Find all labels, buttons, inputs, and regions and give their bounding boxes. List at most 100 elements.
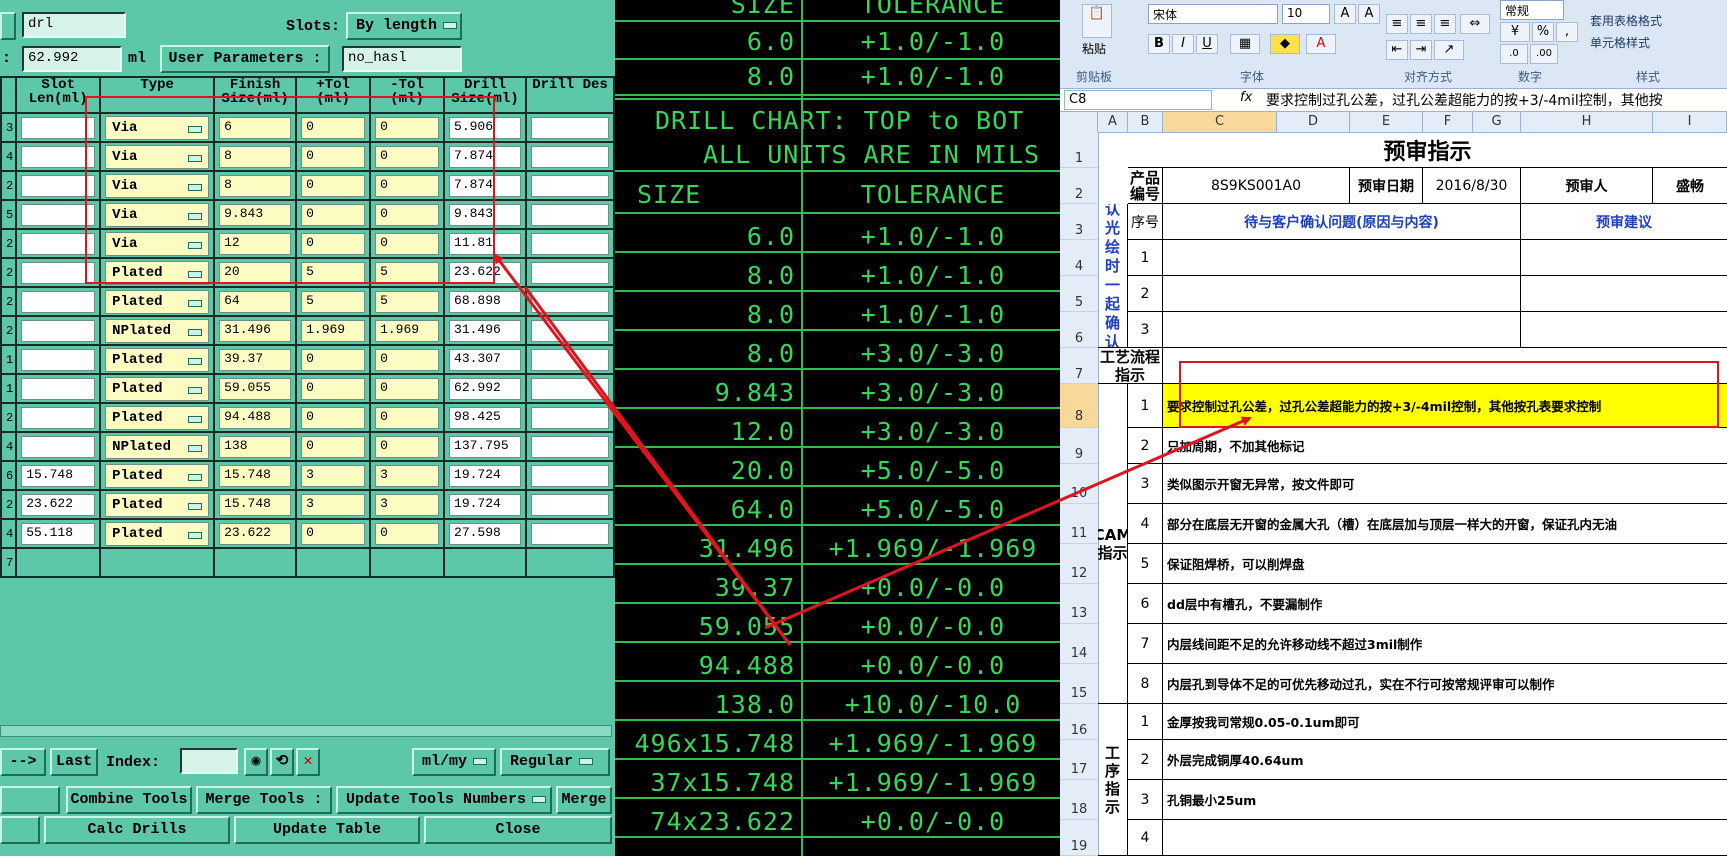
plus-tol-input[interactable]: 3 xyxy=(301,493,366,516)
row-header[interactable]: 19 xyxy=(1060,820,1098,856)
table-row[interactable]: 6 15.748 Plated 15.748 3 3 19.724 xyxy=(0,460,615,491)
drill-size-input[interactable]: 62.992 xyxy=(449,377,522,400)
table-row[interactable]: 2 Via 12 0 0 11.81 xyxy=(0,228,615,259)
orientation-icon[interactable]: ↗ xyxy=(1434,40,1464,60)
cam-item-no[interactable]: 8 xyxy=(1128,664,1163,704)
suggestion-header[interactable]: 预审建议 xyxy=(1521,204,1727,240)
mtol-cell[interactable]: 5 xyxy=(369,257,446,288)
decrease-decimal-icon[interactable]: .00 xyxy=(1530,44,1558,64)
des-cell[interactable] xyxy=(525,460,615,491)
minus-tol-input[interactable]: 5 xyxy=(375,290,440,313)
process-item-text[interactable] xyxy=(1163,820,1727,856)
process-item-text[interactable]: 外层完成铜厚40.64um xyxy=(1163,740,1727,780)
table-row[interactable]: 1 Plated 39.37 0 0 43.307 xyxy=(0,344,615,375)
merge-button[interactable]: Merge xyxy=(556,786,612,814)
combine-tools-button[interactable]: Combine Tools xyxy=(66,786,192,814)
table-row[interactable]: 2 23.622 Plated 15.748 3 3 19.724 xyxy=(0,489,615,520)
drill-size-input[interactable]: 7.874 xyxy=(449,145,522,168)
drill-des-input[interactable] xyxy=(531,464,609,487)
row-header[interactable]: 15 xyxy=(1060,664,1098,704)
cam-item-text[interactable]: 要求控制过孔公差，过孔公差超能力的按+3/-4mil控制，其他按孔表要求控制 xyxy=(1163,384,1727,428)
minus-tol-input[interactable]: 0 xyxy=(375,435,440,458)
row-header[interactable]: 7 xyxy=(1060,348,1098,384)
cam-item-no[interactable]: 4 xyxy=(1128,504,1163,544)
plus-tol-input[interactable]: 0 xyxy=(301,174,366,197)
last-button[interactable]: Last xyxy=(50,748,98,776)
minus-tol-input[interactable]: 0 xyxy=(375,522,440,545)
des-cell[interactable] xyxy=(525,402,615,433)
name-box[interactable]: C8 xyxy=(1064,90,1212,110)
cam-item-text[interactable]: 类似图示开窗无异常，按文件即可 xyxy=(1163,464,1727,504)
calc-drills-button[interactable]: Calc Drills xyxy=(44,816,230,844)
drill-cell[interactable]: 31.496 xyxy=(443,315,528,346)
drill-cell[interactable]: 7.874 xyxy=(443,141,528,172)
finish-cell[interactable]: 59.055 xyxy=(213,373,298,404)
table-row[interactable]: 2 Via 8 0 0 7.874 xyxy=(0,170,615,201)
ptol-cell[interactable]: 1.969 xyxy=(295,315,372,346)
column-header[interactable]: A xyxy=(1098,112,1128,132)
type-dropdown[interactable]: NPlated xyxy=(105,318,210,343)
format-as-table-button[interactable]: 套用表格格式 xyxy=(1590,12,1662,29)
minus-tol-input[interactable]: 0 xyxy=(375,174,440,197)
type-dropdown[interactable]: Plated xyxy=(105,376,210,401)
type-dropdown[interactable]: Plated xyxy=(105,463,210,488)
slot-len-input[interactable]: 15.748 xyxy=(21,464,96,487)
type-dropdown[interactable]: Via xyxy=(105,115,210,140)
mtol-cell[interactable]: 0 xyxy=(369,373,446,404)
finish-cell[interactable]: 12 xyxy=(213,228,298,259)
finish-cell[interactable]: 9.843 xyxy=(213,199,298,230)
slot-cell[interactable] xyxy=(15,257,102,288)
ptol-cell[interactable]: 0 xyxy=(295,170,372,201)
row-header[interactable]: 16 xyxy=(1060,704,1098,740)
align-right-icon[interactable]: ≡ xyxy=(1434,14,1456,34)
drill-cell[interactable]: 27.598 xyxy=(443,518,528,549)
plus-tol-input[interactable]: 0 xyxy=(301,232,366,255)
ptol-cell[interactable]: 0 xyxy=(295,373,372,404)
drill-size-input[interactable]: 31.496 xyxy=(449,319,522,342)
process-label[interactable]: 工艺流程指示 xyxy=(1098,348,1163,384)
finish-cell[interactable]: 138 xyxy=(213,431,298,462)
finish-cell[interactable]: 23.622 xyxy=(213,518,298,549)
type-dropdown[interactable]: Via xyxy=(105,173,210,198)
drill-des-input[interactable] xyxy=(531,319,609,342)
drill-des-input[interactable] xyxy=(531,261,609,284)
des-cell[interactable] xyxy=(525,112,615,143)
drill-cell[interactable]: 68.898 xyxy=(443,286,528,317)
cam-item-text[interactable]: 内层线间距不足的允许移动线不超过3mil制作 xyxy=(1163,624,1727,664)
user-parameters-field[interactable]: no_hasl xyxy=(342,46,462,72)
slot-cell[interactable] xyxy=(15,141,102,172)
plus-tol-input[interactable]: 0 xyxy=(301,406,366,429)
plus-tol-input[interactable]: 0 xyxy=(301,116,366,139)
plus-tol-input[interactable]: 0 xyxy=(301,348,366,371)
drill-des-input[interactable] xyxy=(531,435,609,458)
drill-cell[interactable]: 5.906 xyxy=(443,112,528,143)
slot-len-input[interactable] xyxy=(21,203,96,226)
mtol-cell[interactable]: 0 xyxy=(369,170,446,201)
mtol-cell[interactable]: 1.969 xyxy=(369,315,446,346)
ptol-cell[interactable]: 5 xyxy=(295,286,372,317)
font-name-box[interactable]: 宋体 xyxy=(1148,4,1278,24)
mtol-cell[interactable]: 0 xyxy=(369,344,446,375)
finish-size-input[interactable]: 15.748 xyxy=(219,464,292,487)
slot-cell[interactable] xyxy=(15,286,102,317)
finish-cell[interactable]: 39.37 xyxy=(213,344,298,375)
column-header[interactable]: E xyxy=(1350,112,1423,132)
drill-size-input[interactable]: 137.795 xyxy=(449,435,522,458)
drill-cell[interactable]: 137.795 xyxy=(443,431,528,462)
fill-color-icon[interactable]: ◆ xyxy=(1270,34,1300,54)
confirm-item-suggestion[interactable] xyxy=(1521,240,1727,276)
ptol-cell[interactable]: 0 xyxy=(295,431,372,462)
cell-styles-button[interactable]: 单元格样式 xyxy=(1590,34,1650,51)
drill-cell[interactable]: 62.992 xyxy=(443,373,528,404)
ptol-cell[interactable]: 0 xyxy=(295,344,372,375)
row-header[interactable]: 9 xyxy=(1060,428,1098,464)
table-row[interactable]: 1 Plated 59.055 0 0 62.992 xyxy=(0,373,615,404)
confirm-item-no[interactable]: 3 xyxy=(1128,312,1163,348)
merge-tools-button[interactable]: Merge Tools : xyxy=(196,786,332,814)
ptol-cell[interactable]: 3 xyxy=(295,489,372,520)
finish-cell[interactable]: 94.488 xyxy=(213,402,298,433)
row-header[interactable]: 10 xyxy=(1060,464,1098,504)
sheet-title[interactable]: 预审指示 xyxy=(1128,132,1727,168)
refresh-icon[interactable]: ⟲ xyxy=(270,748,294,776)
drill-size-input[interactable]: 11.81 xyxy=(449,232,522,255)
